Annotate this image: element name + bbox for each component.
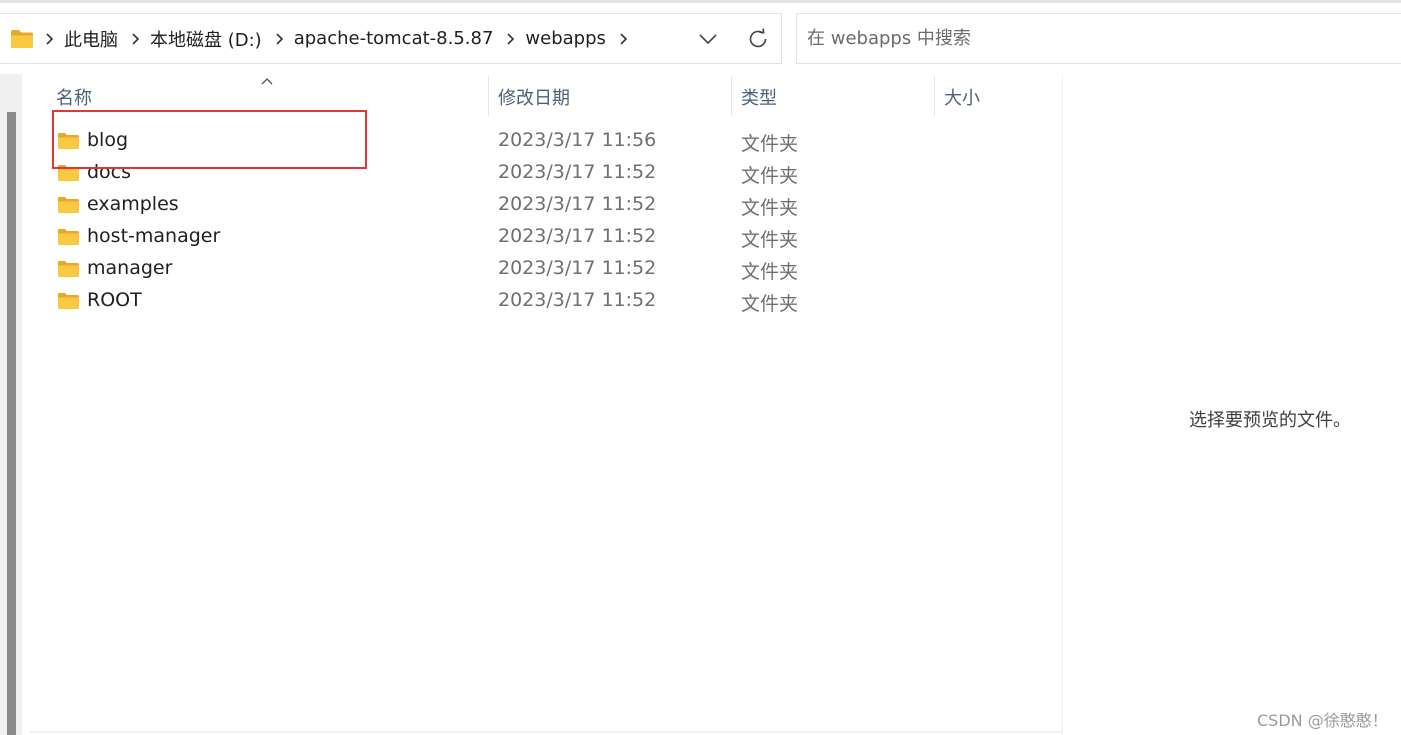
file-type: 文件夹 [741,261,799,283]
column-divider[interactable] [488,76,489,116]
scrollbar-thumb[interactable] [7,112,16,735]
file-modified: 2023/3/17 11:52 [498,289,657,311]
file-type: 文件夹 [741,293,799,315]
breadcrumb-item-webapps[interactable]: webapps [525,28,605,49]
file-type: 文件夹 [741,229,799,251]
file-row-examples[interactable]: examples 2023/3/17 11:52 文件夹 [46,189,1046,221]
bottom-border [30,731,1062,733]
address-history-dropdown[interactable] [696,28,720,50]
column-header-type[interactable]: 类型 [741,84,777,110]
search-box[interactable] [796,13,1401,64]
breadcrumb-item-local-disk[interactable]: 本地磁盘 (D:) [150,26,262,52]
file-row-root[interactable]: ROOT 2023/3/17 11:52 文件夹 [46,285,1046,317]
file-name[interactable]: manager [87,257,172,279]
column-divider[interactable] [731,76,732,116]
search-input[interactable] [807,14,1387,63]
watermark: CSDN @徐憨憨！ [1257,711,1388,730]
chevron-right-icon[interactable] [503,32,517,46]
preview-pane [1063,74,1401,735]
file-name[interactable]: ROOT [87,289,142,311]
file-modified: 2023/3/17 11:56 [498,129,657,151]
folder-icon [11,30,33,48]
file-row-manager[interactable]: manager 2023/3/17 11:52 文件夹 [46,253,1046,285]
file-modified: 2023/3/17 11:52 [498,161,657,183]
file-modified: 2023/3/17 11:52 [498,193,657,215]
breadcrumb-item-this-pc[interactable]: 此电脑 [64,26,118,52]
folder-icon [58,197,79,213]
preview-empty-message: 选择要预览的文件。 [1189,410,1351,431]
breadcrumb-item-tomcat[interactable]: apache-tomcat-8.5.87 [294,28,494,49]
refresh-icon [749,28,767,48]
column-header-size[interactable]: 大小 [944,84,980,110]
column-header-modified[interactable]: 修改日期 [498,84,570,110]
folder-icon [58,293,79,309]
file-modified: 2023/3/17 11:52 [498,257,657,279]
file-name[interactable]: examples [87,193,179,215]
sort-caret-up-icon [261,78,273,85]
column-header-name[interactable]: 名称 [56,84,92,110]
chevron-down-icon [699,34,717,45]
folder-icon [58,261,79,277]
breadcrumb: 此电脑 本地磁盘 (D:) apache-tomcat-8.5.87 webap… [42,14,638,63]
highlight-annotation-box [52,110,367,169]
file-name[interactable]: host-manager [87,225,220,247]
chevron-right-icon[interactable] [272,32,286,46]
chevron-right-icon[interactable] [616,32,630,46]
file-type: 文件夹 [741,197,799,219]
refresh-button[interactable] [745,26,771,52]
file-type: 文件夹 [741,165,799,187]
file-row-host-manager[interactable]: host-manager 2023/3/17 11:52 文件夹 [46,221,1046,253]
window-top-border [0,0,1401,3]
address-bar[interactable]: 此电脑 本地磁盘 (D:) apache-tomcat-8.5.87 webap… [0,13,782,64]
file-type: 文件夹 [741,133,799,155]
chevron-right-icon[interactable] [128,32,142,46]
chevron-right-icon[interactable] [42,32,56,46]
file-modified: 2023/3/17 11:52 [498,225,657,247]
column-divider[interactable] [934,76,935,116]
folder-icon [58,229,79,245]
